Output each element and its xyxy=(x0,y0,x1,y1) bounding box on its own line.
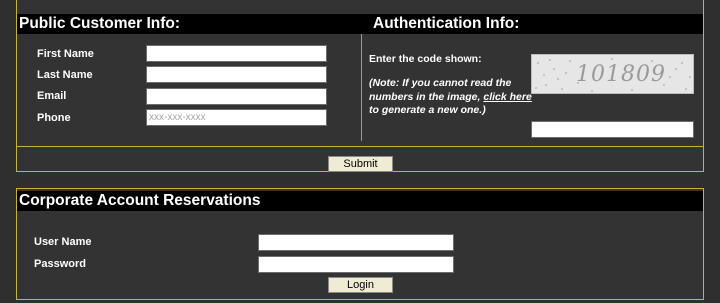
first-name-field[interactable] xyxy=(146,45,327,62)
corporate-heading: Corporate Account Reservations xyxy=(17,191,703,211)
captcha-image: 101809 xyxy=(531,54,694,94)
captcha-note-suffix: to generate a new one.) xyxy=(369,104,486,116)
email-field[interactable] xyxy=(146,88,327,105)
login-button[interactable]: Login xyxy=(328,277,393,293)
username-label: User Name xyxy=(34,236,92,248)
panel-divider xyxy=(17,146,703,147)
email-label: Email xyxy=(37,90,67,102)
username-field[interactable] xyxy=(258,234,454,251)
phone-label: Phone xyxy=(37,112,71,124)
last-name-field[interactable] xyxy=(146,66,327,83)
regenerate-captcha-link[interactable]: click here xyxy=(483,91,531,103)
first-name-label: First Name xyxy=(37,48,94,60)
captcha-note: (Note: If you cannot read the numbers in… xyxy=(369,77,539,118)
captcha-code: 101809 xyxy=(576,62,666,87)
phone-field[interactable] xyxy=(146,109,327,126)
authentication-heading: Authentication Info: xyxy=(373,15,520,32)
password-field[interactable] xyxy=(258,256,454,273)
captcha-code-input[interactable] xyxy=(531,121,694,138)
public-customer-heading: Public Customer Info: xyxy=(17,14,703,34)
submit-button[interactable]: Submit xyxy=(328,156,393,172)
password-label: Password xyxy=(34,258,86,270)
captcha-prompt: Enter the code shown: xyxy=(369,53,482,65)
public-info-panel: Public Customer Info: Authentication Inf… xyxy=(16,0,704,172)
last-name-label: Last Name xyxy=(37,69,93,81)
section-divider xyxy=(361,34,362,141)
corporate-panel: Corporate Account Reservations User Name… xyxy=(16,188,704,300)
